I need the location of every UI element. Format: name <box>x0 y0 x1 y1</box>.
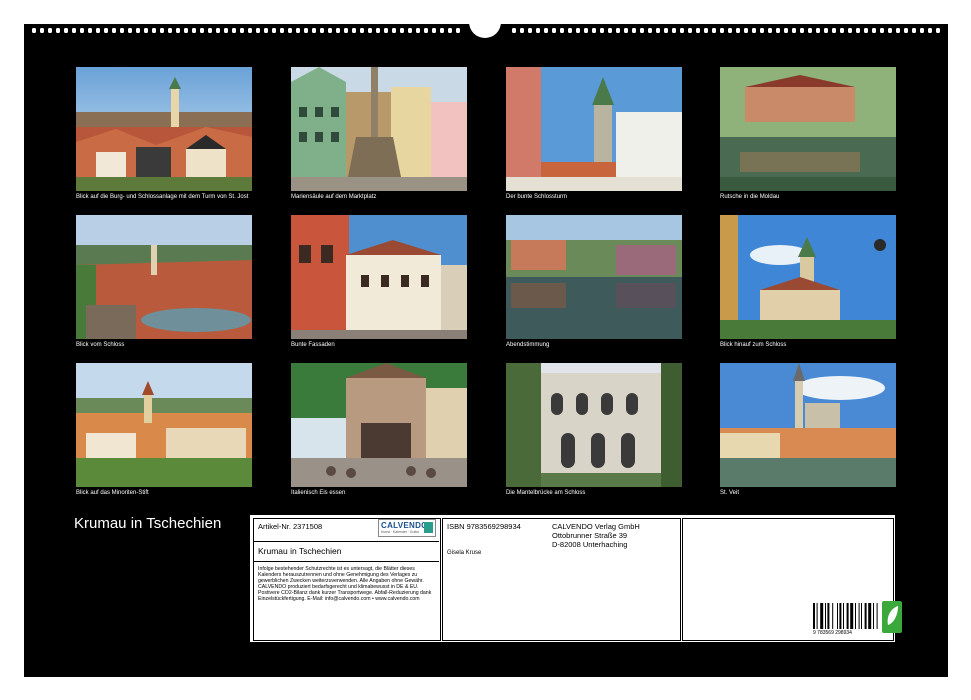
caption-2: Mariensäule auf dem Marktplatz <box>291 194 377 200</box>
info-title: Krumau in Tschechien <box>258 546 342 556</box>
caption-11: Die Mantelbrücke am Schloss <box>506 490 586 496</box>
photo-view-up-castle <box>720 215 896 339</box>
article-number: Artikel-Nr. 2371508 <box>258 522 323 531</box>
divider-2 <box>253 561 439 562</box>
photo-evening-mood <box>506 215 682 339</box>
photo-st-vitus <box>720 363 896 487</box>
caption-4: Rutsche in die Moldau <box>720 194 780 200</box>
publisher-line-3: D-82008 Unterhaching <box>552 540 628 549</box>
isbn: ISBN 9783569298934 <box>447 522 521 531</box>
caption-1: Blick auf die Burg- und Schlossanlage mi… <box>76 194 249 200</box>
photo-cloak-bridge <box>506 363 682 487</box>
photo-italian-ice-cream <box>291 363 467 487</box>
calendar-back-sheet: Blick auf die Burg- und Schlossanlage mi… <box>24 16 948 677</box>
caption-9: Blick auf das Minoriten-Stift <box>76 490 149 496</box>
photo-colorful-facades <box>291 215 467 339</box>
info-panel: Artikel-Nr. 2371508 CALVENDO Kunst · Kal… <box>250 515 902 642</box>
publisher-line-1: CALVENDO Verlag GmbH <box>552 522 640 531</box>
calvendo-logo: CALVENDO Kunst · Kalender · Kultur <box>378 519 436 537</box>
logo-mark-icon <box>424 522 433 533</box>
caption-10: Italienisch Eis essen <box>291 490 346 496</box>
barcode-number: 9 783569 298934 <box>812 630 853 637</box>
eco-leaf-icon <box>882 601 902 633</box>
caption-8: Blick hinauf zum Schloss <box>720 342 787 348</box>
photo-marian-column <box>291 67 467 191</box>
calendar-title: Krumau in Tschechien <box>74 515 222 532</box>
publisher-line-2: Ottobrunner Straße 39 <box>552 531 628 540</box>
photo-castle-tower <box>506 67 682 191</box>
caption-5: Blick vom Schloss <box>76 342 125 348</box>
photo-river-slide <box>720 67 896 191</box>
caption-12: St. Veit <box>720 490 740 496</box>
photo-minorite-monastery <box>76 363 252 487</box>
caption-3: Der bunte Schlossturm <box>506 194 568 200</box>
legal-text: Infolge bestehender Schutzrechte ist es … <box>258 566 432 603</box>
author: Gisela Kruse <box>447 550 482 556</box>
caption-7: Abendstimmung <box>506 342 550 348</box>
photo-castle-overview <box>76 67 252 191</box>
caption-6: Bunte Fassaden <box>291 342 335 348</box>
photo-view-from-castle <box>76 215 252 339</box>
divider-1 <box>253 541 439 542</box>
